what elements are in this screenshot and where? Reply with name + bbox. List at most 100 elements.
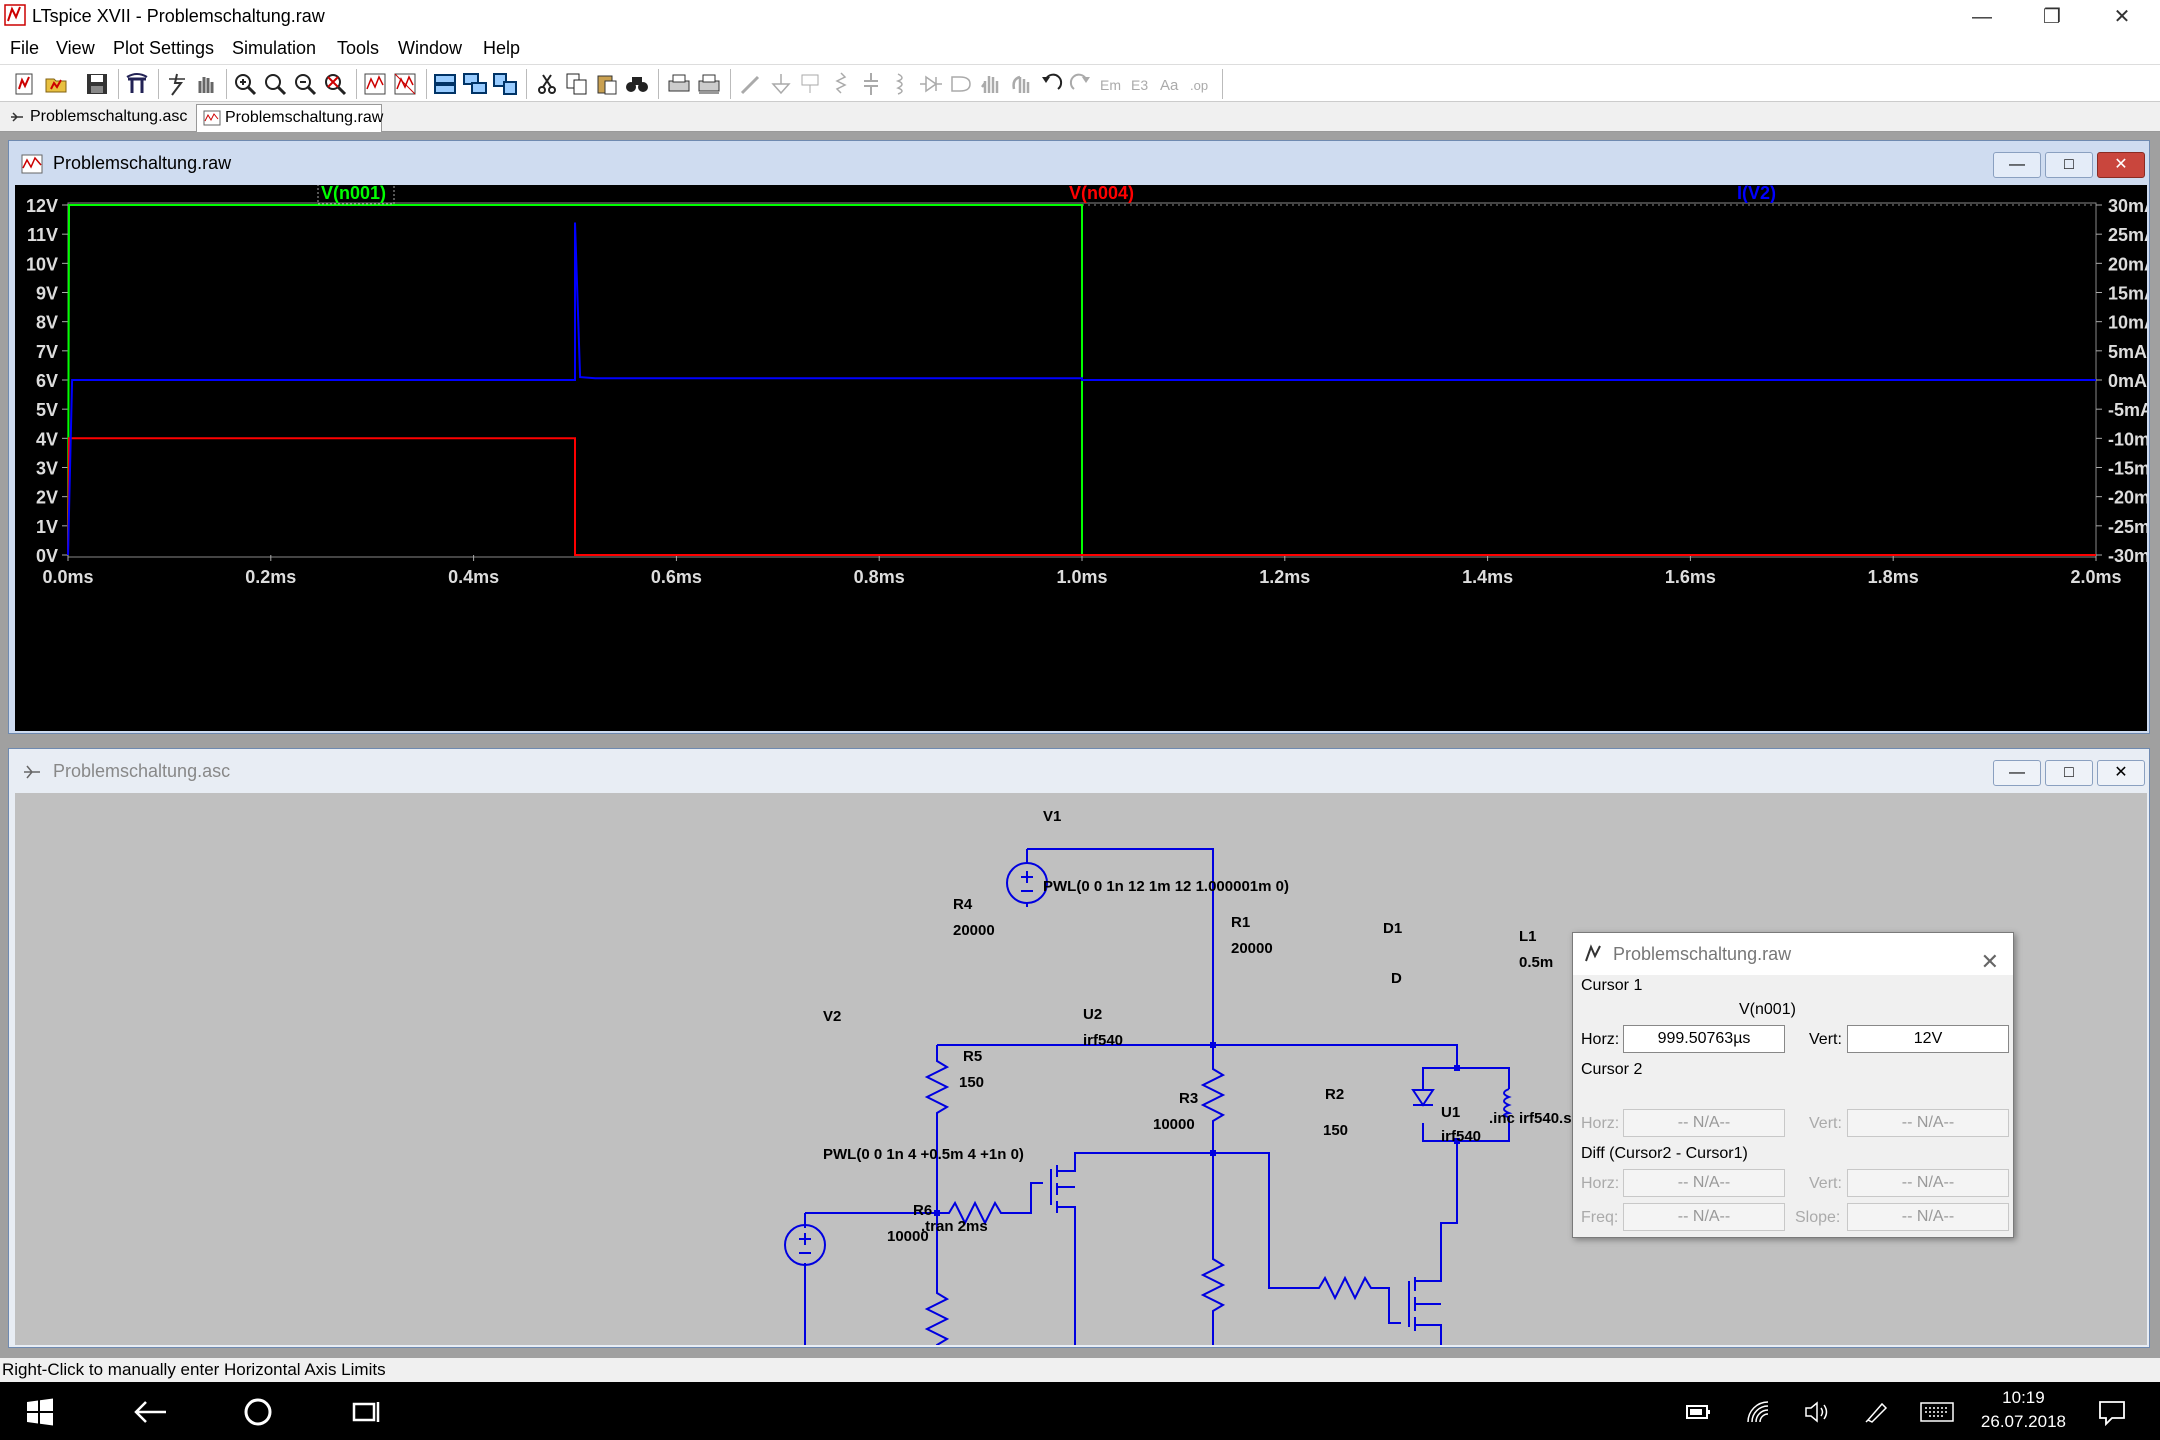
task-view-icon[interactable] <box>350 1398 382 1426</box>
print-setup-icon[interactable] <box>696 71 722 97</box>
zoom-fit-icon[interactable] <box>322 71 348 97</box>
y-right-tick-label: 5mA <box>2108 342 2147 362</box>
pen-icon[interactable] <box>1864 1400 1890 1424</box>
zoom-out-icon[interactable] <box>292 71 318 97</box>
component-icon[interactable] <box>948 71 974 97</box>
spice-directive-icon[interactable]: .op <box>1188 71 1214 97</box>
u2-label: U2 <box>1083 1006 1102 1023</box>
battery-icon[interactable] <box>1686 1402 1712 1422</box>
cursor1-vert-field[interactable]: 12V <box>1847 1025 2009 1053</box>
clock-date: 26.07.2018 <box>1980 1412 2066 1431</box>
waveform-window-titlebar[interactable]: Problemschaltung.raw <box>9 141 2149 185</box>
close-icon[interactable]: ✕ <box>1981 941 1999 983</box>
menu-simulation[interactable]: Simulation <box>232 38 316 59</box>
menu-window[interactable]: Window <box>398 38 462 59</box>
rotate-icon[interactable]: Em <box>1098 71 1124 97</box>
open-icon[interactable] <box>44 71 70 97</box>
schematic-window-titlebar[interactable]: Problemschaltung.asc <box>9 749 2149 793</box>
run-icon[interactable] <box>164 71 190 97</box>
taskbar-clock[interactable]: 10:19 26.07.2018 <box>1981 1386 2066 1434</box>
control-panel-icon[interactable] <box>124 71 150 97</box>
diff-slope-field[interactable]: -- N/A-- <box>1847 1203 2009 1231</box>
v1-value: PWL(0 0 1n 12 1m 12 1.000001m 0) <box>1043 878 1289 895</box>
sch-minimize-button[interactable]: — <box>1993 760 2041 786</box>
ground-icon[interactable] <box>768 71 794 97</box>
r4-value: 20000 <box>953 922 995 939</box>
zoom-box-icon[interactable] <box>262 71 288 97</box>
search-circle-icon[interactable] <box>242 1396 274 1428</box>
sch-maximize-button[interactable]: □ <box>2045 760 2093 786</box>
y-left-tick-label: 9V <box>36 284 58 304</box>
r2-value: 150 <box>1323 1122 1348 1139</box>
y-right-tick-label: 20mA <box>2108 254 2147 274</box>
find-icon[interactable] <box>624 71 650 97</box>
inductor-icon[interactable] <box>888 71 914 97</box>
save-icon[interactable] <box>84 71 110 97</box>
wifi-icon[interactable] <box>1746 1400 1772 1424</box>
wave-close-button[interactable]: ✕ <box>2097 152 2145 178</box>
halt-icon[interactable] <box>192 71 218 97</box>
tile-vertical-icon[interactable] <box>492 71 518 97</box>
new-schematic-icon[interactable] <box>12 71 38 97</box>
zoom-in-icon[interactable] <box>232 71 258 97</box>
print-icon[interactable] <box>666 71 692 97</box>
resistor-icon[interactable] <box>828 71 854 97</box>
windows-taskbar: 10:19 26.07.2018 <box>0 1382 2160 1440</box>
cursor1-horz-field[interactable]: 999.50763µs <box>1623 1025 1785 1053</box>
restore-button[interactable]: ❐ <box>2020 0 2084 34</box>
tile-horizontal-icon[interactable] <box>432 71 458 97</box>
menu-plot-settings[interactable]: Plot Settings <box>113 38 214 59</box>
ltspice-logo-icon <box>1585 944 1601 962</box>
y-right-tick-label: 30mA <box>2108 196 2147 216</box>
wire-icon[interactable] <box>738 71 764 97</box>
undo-icon[interactable] <box>1038 71 1064 97</box>
legend-vn004: V(n004) <box>1069 185 1134 203</box>
cursor-dialog-titlebar[interactable]: Problemschaltung.raw ✕ <box>1573 933 2013 975</box>
capacitor-icon[interactable] <box>858 71 884 97</box>
cursor2-horz-field[interactable]: -- N/A-- <box>1623 1109 1785 1137</box>
redo-icon[interactable] <box>1068 71 1094 97</box>
menu-view[interactable]: View <box>56 38 95 59</box>
minimize-button[interactable]: — <box>1950 0 2014 34</box>
cursor2-vert-field[interactable]: -- N/A-- <box>1847 1109 2009 1137</box>
waveform-plot-svg[interactable]: 12V 11V 10V 9V 8V 7V 6V 5V 4V 3V 2V 1V 0V 30mA 25mA 20m… <box>15 181 2160 731</box>
sch-close-button[interactable]: ✕ <box>2097 760 2145 786</box>
tab-schematic[interactable]: Problemschaltung.asc <box>2 104 192 132</box>
cascade-icon[interactable] <box>462 71 488 97</box>
notification-icon[interactable] <box>2098 1400 2126 1426</box>
plot-settings-icon[interactable] <box>392 71 418 97</box>
autoscale-icon[interactable] <box>362 71 388 97</box>
diff-freq-field[interactable]: -- N/A-- <box>1623 1203 1785 1231</box>
keyboard-icon[interactable] <box>1920 1402 1954 1422</box>
wave-minimize-button[interactable]: — <box>1993 152 2041 178</box>
text-icon[interactable]: Aa <box>1158 71 1184 97</box>
diff-horz-label: Horz: <box>1581 1175 1620 1192</box>
cursor-dialog[interactable]: Problemschaltung.raw ✕ Cursor 1 V(n001) … <box>1572 932 2014 1238</box>
menu-tools[interactable]: Tools <box>337 38 379 59</box>
schematic-icon <box>11 112 23 122</box>
menu-file[interactable]: File <box>10 38 39 59</box>
move-icon[interactable] <box>978 71 1004 97</box>
windows-start-icon[interactable] <box>26 1398 54 1426</box>
volume-icon[interactable] <box>1804 1400 1830 1424</box>
svg-text:Em: Em <box>1100 77 1121 93</box>
paste-icon[interactable] <box>594 71 620 97</box>
label-net-icon[interactable] <box>798 71 824 97</box>
copy-icon[interactable] <box>564 71 590 97</box>
wave-maximize-button[interactable]: □ <box>2045 152 2093 178</box>
r3-label: R3 <box>1179 1090 1198 1107</box>
tab-waveform[interactable]: Problemschaltung.raw <box>196 104 383 132</box>
close-button[interactable]: ✕ <box>2090 0 2154 34</box>
waveform-plot[interactable]: 12V 11V 10V 9V 8V 7V 6V 5V 4V 3V 2V 1V 0V 30mA 25mA 20m… <box>15 181 2160 731</box>
x-tick-label: 1.8ms <box>1868 567 1919 587</box>
drag-icon[interactable] <box>1008 71 1034 97</box>
back-arrow-icon[interactable] <box>132 1398 168 1426</box>
waveform-window[interactable]: Problemschaltung.raw — □ ✕ 12V 11V 10V 9V 8V… <box>8 140 2160 734</box>
diode-icon[interactable] <box>918 71 944 97</box>
mirror-icon[interactable]: E3 <box>1128 71 1154 97</box>
menu-help[interactable]: Help <box>483 38 520 59</box>
cut-icon[interactable] <box>534 71 560 97</box>
diff-vert-field[interactable]: -- N/A-- <box>1847 1169 2009 1197</box>
cursor1-vert-label: Vert: <box>1809 1031 1842 1048</box>
diff-horz-field[interactable]: -- N/A-- <box>1623 1169 1785 1197</box>
